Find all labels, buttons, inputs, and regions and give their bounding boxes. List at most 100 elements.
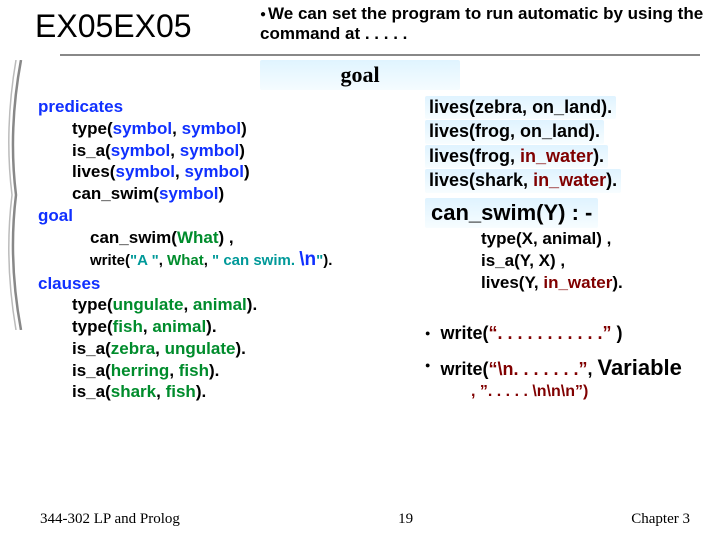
bullet-write-2: ● write(“\n. . . . . . .”, Variable	[425, 354, 715, 383]
atom-inwater: in_water	[533, 170, 606, 190]
fn-canswim: can_swim(	[72, 184, 159, 203]
variable-label: Variable	[597, 355, 681, 380]
fact-lives-2: lives(frog, on_land).	[425, 120, 604, 143]
fn-write: write(	[440, 359, 488, 379]
arg: symbol	[111, 141, 171, 160]
paren: )	[218, 184, 224, 203]
goal-header: goal	[260, 60, 460, 90]
sep: ,	[155, 339, 164, 358]
paren: ).	[247, 295, 257, 314]
kw-goal: goal	[38, 205, 418, 227]
slide-title: EX05EX05	[35, 8, 192, 45]
atom: animal	[193, 295, 247, 314]
canswim-rule-header: can_swim(Y) : -	[425, 198, 598, 229]
sep: ,	[172, 119, 181, 138]
paren: )	[239, 141, 245, 160]
decorative-curve	[6, 60, 26, 330]
fn-isa: is_a(	[72, 339, 111, 358]
paren: ).	[593, 146, 604, 166]
str: "A "	[130, 252, 159, 269]
var-what: What	[167, 252, 204, 269]
fn-type: type(	[72, 295, 113, 314]
fact-text: lives(frog,	[429, 146, 520, 166]
paren: )	[244, 162, 250, 181]
footer-left: 344-302 LP and Prolog	[40, 511, 180, 528]
atom: ungulate	[113, 295, 184, 314]
paren: ) ,	[218, 228, 233, 247]
footer-page-number: 19	[398, 511, 413, 528]
str: “. . . . . . . . . . .”	[488, 323, 611, 343]
bullet-write-2-cont: , ”. . . . . \n\n\n”)	[425, 382, 715, 403]
paren: ).	[209, 361, 219, 380]
bullet-icon: ●	[425, 360, 430, 372]
fn-canswim: can_swim(	[90, 228, 177, 247]
atom: animal	[152, 317, 206, 336]
rule-body-1: type(X, animal) ,	[425, 228, 715, 250]
fn-isa: is_a(	[72, 382, 111, 401]
arg: symbol	[182, 119, 242, 138]
sep: ,	[169, 361, 178, 380]
fn-lives: lives(	[72, 162, 115, 181]
fn-write: write(	[90, 252, 130, 269]
paren: )	[611, 323, 622, 343]
var-what: What	[177, 228, 219, 247]
atom: fish	[179, 361, 209, 380]
paren: ).	[589, 121, 600, 141]
top-note: We can set the program to run automatic …	[260, 4, 710, 45]
fact-lives-1: lives(zebra, on_land).	[425, 96, 616, 119]
fn-type: type(	[72, 317, 113, 336]
atom-inwater: in_water	[520, 146, 593, 166]
arg: symbol	[159, 184, 219, 203]
fact-text: lives(frog,	[429, 121, 520, 141]
sep: ,	[156, 382, 165, 401]
bullet-icon: ●	[425, 328, 430, 340]
str: “\n. . . . . . .”	[488, 359, 587, 379]
sep: ,	[183, 295, 192, 314]
fact-text: lives(zebra,	[429, 97, 532, 117]
sep: ,	[143, 317, 152, 336]
atom: zebra	[111, 339, 155, 358]
kw-clauses: clauses	[38, 273, 418, 295]
arg: symbol	[184, 162, 244, 181]
sep: ,	[170, 141, 179, 160]
paren: )	[241, 119, 247, 138]
sep: ,	[159, 252, 167, 269]
bullet-write-1: ● write(“. . . . . . . . . . .” )	[425, 322, 715, 345]
fn-write: write(	[440, 323, 488, 343]
footer: 344-302 LP and Prolog 19 Chapter 3	[40, 511, 690, 528]
paren: ).	[235, 339, 245, 358]
arg: symbol	[113, 119, 173, 138]
fn-isa: is_a(	[72, 361, 111, 380]
paren: ).	[323, 252, 332, 269]
atom: herring	[111, 361, 170, 380]
atom-inwater: in_water	[543, 273, 612, 292]
fact-text: lives(Y,	[481, 273, 543, 292]
write-line: write("A ", What, " can swim. \n").	[38, 248, 418, 272]
sep: ,	[587, 359, 597, 379]
arg: symbol	[115, 162, 175, 181]
right-column: lives(zebra, on_land). lives(frog, on_la…	[425, 96, 715, 403]
fn-type: type(	[72, 119, 113, 138]
rule-body-2: is_a(Y, X) ,	[425, 250, 715, 272]
atom: on_land	[520, 121, 589, 141]
kw-predicates: predicates	[38, 96, 418, 118]
sep: ,	[204, 252, 212, 269]
atom: on_land	[532, 97, 601, 117]
paren: ).	[606, 170, 617, 190]
fact-text: lives(shark,	[429, 170, 533, 190]
atom: ungulate	[165, 339, 236, 358]
arg: symbol	[180, 141, 240, 160]
paren: ).	[601, 97, 612, 117]
fn-isa: is_a(	[72, 141, 111, 160]
str: " can swim.	[212, 252, 299, 269]
atom: fish	[166, 382, 196, 401]
fact-lives-4: lives(shark, in_water).	[425, 169, 621, 192]
header-divider	[60, 54, 700, 56]
escape-n: \n	[299, 249, 316, 270]
atom: fish	[113, 317, 143, 336]
paren: ).	[206, 317, 216, 336]
left-code-block: predicates type(symbol, symbol) is_a(sym…	[38, 96, 418, 403]
fact-lives-3: lives(frog, in_water).	[425, 145, 608, 168]
footer-right: Chapter 3	[631, 511, 690, 528]
paren: ).	[612, 273, 622, 292]
